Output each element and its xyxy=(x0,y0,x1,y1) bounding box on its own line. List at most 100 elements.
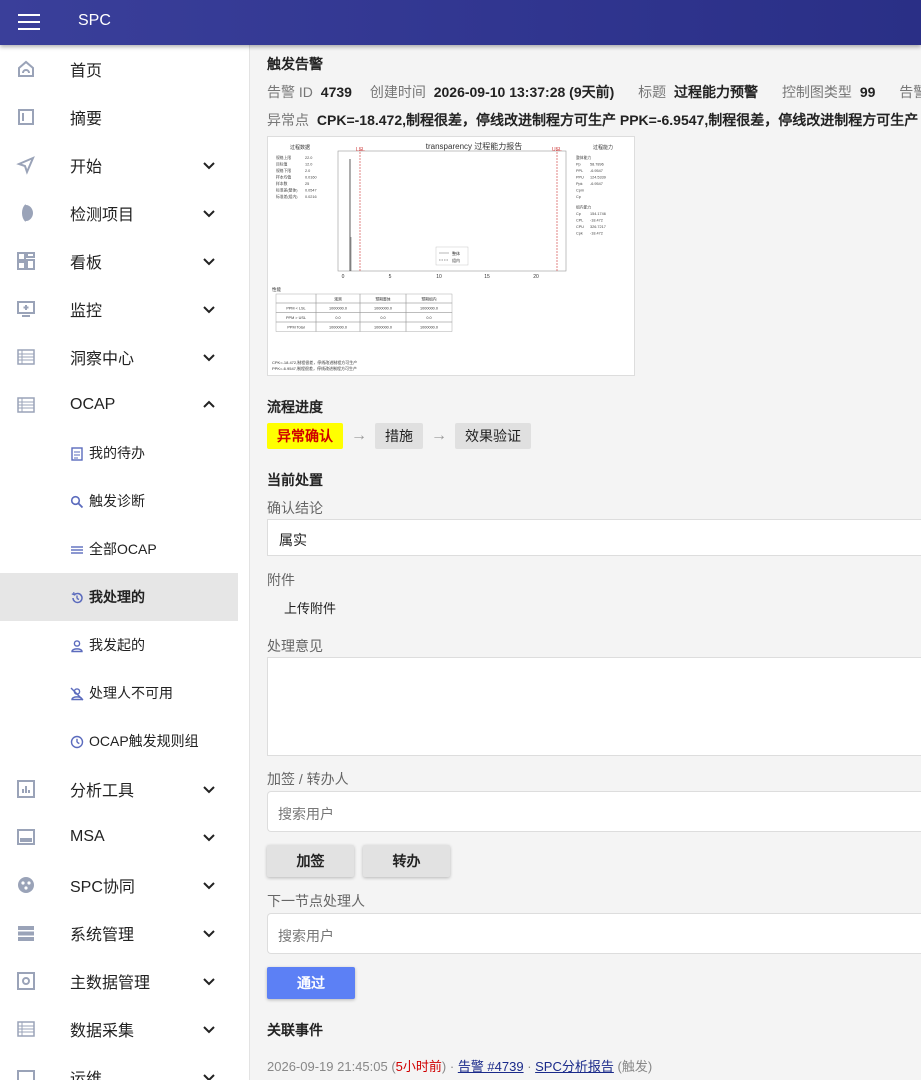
sidebar-item-检测项目[interactable]: 检测项目 xyxy=(0,189,249,237)
ocap-sub-item-label: 处理人不可用 xyxy=(89,685,173,701)
sidebar-item-看板[interactable]: 看板 xyxy=(0,237,249,285)
cosign-user-search-input[interactable]: 搜索用户 xyxy=(267,791,921,832)
x-tick-label: 0 xyxy=(342,274,345,280)
flow-step: 异常确认 xyxy=(267,423,343,449)
grid-icon xyxy=(16,347,36,367)
ocap-sub-item[interactable]: OCAP触发规则组 xyxy=(0,717,249,765)
event-ago: 5小时前 xyxy=(395,1059,442,1074)
pass-button[interactable]: 通过 xyxy=(267,967,355,999)
events-section-title: 关联事件 xyxy=(267,1022,323,1038)
sidebar-item-label: 首页 xyxy=(70,63,103,80)
chevron-down-icon[interactable] xyxy=(201,157,217,173)
sidebar-item-分析工具[interactable]: 分析工具 xyxy=(0,765,249,813)
report-left-value: 0.0160 xyxy=(305,176,317,180)
report-left-header: 过程数据 xyxy=(290,144,310,151)
legend-entry: 整体 xyxy=(452,250,460,256)
history-icon xyxy=(70,591,84,605)
transfer-button[interactable]: 转办 xyxy=(363,845,450,877)
report-left-value: 12.0 xyxy=(305,163,312,167)
report-right-label: PPL xyxy=(576,169,583,173)
chevron-up-icon[interactable] xyxy=(201,397,217,413)
sidebar-item-监控[interactable]: 监控 xyxy=(0,285,249,333)
upload-attachment-button[interactable]: 上传附件 xyxy=(284,598,336,617)
sidebar-item-label: 洞察中心 xyxy=(70,351,135,368)
report-right-value: -6.9547 xyxy=(590,182,603,186)
ocap-sub-item[interactable]: 我发起的 xyxy=(0,621,249,669)
alert-link[interactable]: 告警 #4739 xyxy=(458,1059,524,1074)
ocap-sub-item-label: OCAP触发规则组 xyxy=(89,733,199,749)
ocap-sub-item[interactable]: 我处理的 xyxy=(0,573,238,621)
sidebar-item-label: 数据采集 xyxy=(70,1023,135,1040)
sidebar-item-首页[interactable]: 首页 xyxy=(0,45,249,93)
ocap-sub-item[interactable]: 处理人不可用 xyxy=(0,669,249,717)
lsl-label: LSL xyxy=(356,147,365,153)
report-right-value: -18.472 xyxy=(590,219,603,223)
perf-cell: PPM < LSL xyxy=(286,307,305,311)
ocap-sub-item-label: 全部OCAP xyxy=(89,541,157,557)
capability-report-chart: transparency 过程能力报告 过程数据 过程能力规格上限 22.0 目标值 12… xyxy=(272,141,613,371)
msa-icon xyxy=(16,827,36,847)
flow-step: 效果验证 xyxy=(455,423,531,449)
sidebar-item-主数据管理[interactable]: 主数据管理 xyxy=(0,957,249,1005)
sidebar-item-洞察中心[interactable]: 洞察中心 xyxy=(0,333,249,381)
sidebar-item-摘要[interactable]: 摘要 xyxy=(0,93,249,141)
conclusion-select[interactable]: 属实 xyxy=(267,519,921,556)
chevron-down-icon[interactable] xyxy=(201,877,217,893)
disposal-section-title: 当前处置 xyxy=(267,472,323,488)
x-tick-label: 10 xyxy=(436,274,442,280)
legend-entry: 组内 xyxy=(452,257,460,263)
alert-meta-row: 告警 ID 4739 创建时间 2026-09-10 13:37:28 (9天前… xyxy=(267,82,921,102)
chevron-down-icon[interactable] xyxy=(201,781,217,797)
sidebar-item-开始[interactable]: 开始 xyxy=(0,141,249,189)
next-handler-search-input[interactable]: 搜索用户 xyxy=(267,913,921,954)
person-icon xyxy=(70,639,84,653)
alert-id-value: 4739 xyxy=(320,84,352,100)
cosign-button[interactable]: 加签 xyxy=(267,845,354,877)
sidebar-item-ocap[interactable]: OCAP xyxy=(0,381,249,429)
report-right-label: CPL xyxy=(576,219,583,223)
x-tick-label: 20 xyxy=(533,274,539,280)
top-app-bar: SPC xyxy=(0,0,921,45)
perf-cell: 1000000.0 xyxy=(329,326,347,330)
sidebar-item-label: 运维 xyxy=(70,1071,103,1080)
sidebar-item-数据采集[interactable]: 数据采集 xyxy=(0,1005,249,1053)
report-left-value: 0.0547 xyxy=(305,189,317,193)
sidebar-item-label: 分析工具 xyxy=(70,783,135,800)
next-handler-placeholder: 搜索用户 xyxy=(278,928,334,944)
chevron-down-icon[interactable] xyxy=(201,829,217,845)
send-icon xyxy=(16,155,36,175)
document-icon xyxy=(16,107,36,127)
perf-cell: 0.0 xyxy=(380,316,385,320)
report-right-value: 58.7896 xyxy=(590,163,604,167)
report-right-value: 326.7217 xyxy=(590,225,606,229)
anomaly-value: CPK=-18.472,制程很差，停线改进制程方可生产 PPK=-6.9547,… xyxy=(316,112,919,128)
chevron-down-icon[interactable] xyxy=(201,205,217,221)
sidebar-item-spc协同[interactable]: SPC协同 xyxy=(0,861,249,909)
x-tick-label: 15 xyxy=(484,274,490,280)
opinion-textarea[interactable] xyxy=(267,657,921,756)
spc-report-link[interactable]: SPC分析报告 xyxy=(535,1059,614,1074)
chevron-down-icon[interactable] xyxy=(201,301,217,317)
cosign-placeholder: 搜索用户 xyxy=(278,806,334,822)
monitor-icon xyxy=(16,299,36,319)
conclusion-value: 属实 xyxy=(279,532,307,548)
perf-cell: 1000000.0 xyxy=(374,307,392,311)
chevron-down-icon[interactable] xyxy=(201,1069,217,1080)
capability-report-image[interactable]: transparency 过程能力报告 过程数据 过程能力 规格上限 22.0 目标值 12… xyxy=(267,136,635,376)
chevron-down-icon[interactable] xyxy=(201,925,217,941)
chart-type-label: 控制图类型 xyxy=(781,84,852,100)
chevron-down-icon[interactable] xyxy=(201,253,217,269)
chevron-down-icon[interactable] xyxy=(201,1021,217,1037)
menu-toggle-icon[interactable] xyxy=(18,14,40,30)
contrast-icon xyxy=(16,203,36,223)
sidebar-item-msa[interactable]: MSA xyxy=(0,813,249,861)
sidebar-item-运维[interactable]: 运维 xyxy=(0,1053,249,1080)
menu-icon xyxy=(70,543,84,557)
chevron-down-icon[interactable] xyxy=(201,349,217,365)
ocap-sub-item[interactable]: 全部OCAP xyxy=(0,525,249,573)
chevron-down-icon[interactable] xyxy=(201,973,217,989)
ocap-sub-item[interactable]: 我的待办 xyxy=(0,429,249,477)
search-icon xyxy=(70,495,84,509)
sidebar-item-系统管理[interactable]: 系统管理 xyxy=(0,909,249,957)
ocap-sub-item[interactable]: 触发诊断 xyxy=(0,477,249,525)
